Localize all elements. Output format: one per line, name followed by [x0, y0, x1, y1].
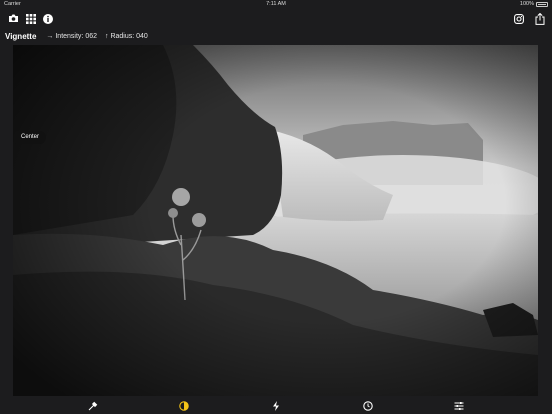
- top-toolbar: [0, 9, 552, 27]
- eyedropper-icon[interactable]: [87, 400, 99, 412]
- battery-percent: 100%: [519, 1, 534, 7]
- lightning-icon[interactable]: [270, 400, 282, 412]
- share-icon[interactable]: [533, 12, 547, 25]
- adjustment-title: Vignette: [5, 31, 37, 41]
- adjustment-bar: Vignette → Intensity: 062 ↑ Radius: 040: [0, 28, 552, 44]
- intensity-value: → Intensity: 062: [46, 32, 98, 40]
- bottom-toolbar: [0, 397, 552, 414]
- battery-indicator: 100%: [520, 1, 548, 7]
- radius-value: ↑ Radius: 040: [105, 32, 148, 40]
- battery-icon: [536, 1, 548, 7]
- clock-label: 7:11 AM: [266, 1, 286, 7]
- camera-icon[interactable]: [6, 12, 20, 25]
- instagram-icon[interactable]: [512, 12, 526, 25]
- timer-icon[interactable]: [362, 400, 374, 412]
- contrast-icon[interactable]: [178, 400, 190, 412]
- sliders-icon[interactable]: [453, 400, 465, 412]
- grid-icon[interactable]: [24, 12, 38, 25]
- status-bar: Carrier 7:11 AM 100%: [0, 0, 552, 9]
- info-icon[interactable]: [41, 12, 55, 25]
- photo-image: [13, 45, 538, 396]
- photo-canvas[interactable]: [13, 45, 538, 396]
- center-label[interactable]: Center: [14, 131, 47, 144]
